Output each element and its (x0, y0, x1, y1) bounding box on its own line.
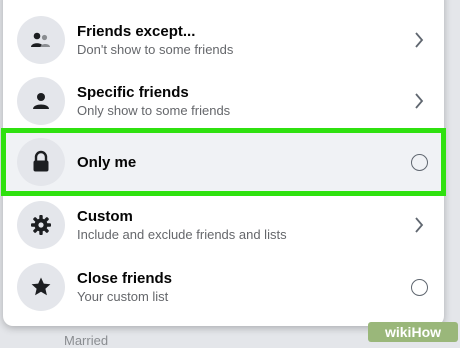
option-title: Friends except... (77, 23, 196, 40)
gear-icon (17, 201, 65, 249)
option-subtitle: Your custom list (77, 289, 169, 304)
background-text: Married (64, 333, 109, 348)
option-title: Close friends (77, 270, 173, 287)
option-title: Specific friends (77, 84, 189, 101)
radio-button[interactable] (408, 151, 430, 173)
wikihow-watermark: wiki How (368, 322, 458, 342)
option-close-friends[interactable]: Close friends Your custom list (3, 257, 444, 317)
friends-except-icon (17, 16, 65, 64)
chevron-right-icon[interactable] (408, 214, 430, 236)
option-only-me[interactable]: Only me (1, 128, 446, 196)
option-subtitle: Don't show to some friends (77, 42, 234, 57)
option-specific-friends[interactable]: Specific friends Only show to some frien… (3, 71, 444, 131)
option-subtitle: Include and exclude friends and lists (77, 227, 287, 242)
chevron-right-icon[interactable] (408, 29, 430, 51)
option-friends-except[interactable]: Friends except... Don't show to some fri… (3, 10, 444, 70)
watermark-part2: How (411, 324, 442, 340)
lock-icon (17, 138, 65, 186)
option-title: Custom (77, 208, 133, 225)
chevron-right-icon[interactable] (408, 90, 430, 112)
radio-button[interactable] (408, 276, 430, 298)
option-title: Only me (77, 153, 137, 171)
person-icon (17, 77, 65, 125)
option-custom[interactable]: Custom Include and exclude friends and l… (3, 195, 444, 255)
star-icon (17, 263, 65, 311)
watermark-part1: wiki (384, 324, 412, 340)
option-subtitle: Only show to some friends (77, 103, 231, 118)
